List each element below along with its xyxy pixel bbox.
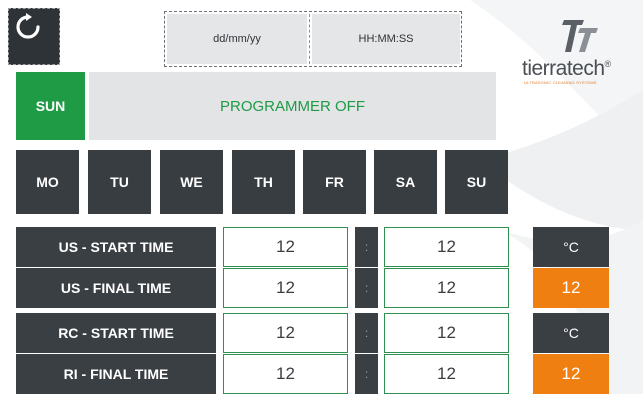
us-start-hour-input[interactable]: 12 [223, 227, 348, 267]
logo-brand: tierratech [522, 57, 605, 80]
logo-registered: ® [604, 59, 612, 69]
weekday-button-su[interactable]: SU [445, 150, 508, 214]
datetime-panel: dd/mm/yy HH:MM:SS [164, 11, 462, 67]
time-separator: : [355, 313, 378, 353]
ri-final-time-label: RI - FINAL TIME [16, 354, 216, 394]
us-start-time-label: US - START TIME [16, 227, 216, 267]
time-display[interactable]: HH:MM:SS [312, 14, 460, 64]
time-separator: : [355, 354, 378, 394]
us-start-minute-input[interactable]: 12 [384, 227, 509, 267]
programmer-screen: dd/mm/yy HH:MM:SS tierratech® ULTRASONIC… [0, 0, 643, 394]
logo-tagline: ULTRASONIC CLEANING SYSTEMS [524, 80, 597, 85]
weekday-button-th[interactable]: TH [232, 150, 295, 214]
programmer-status-button[interactable]: PROGRAMMER OFF [89, 72, 496, 140]
us-final-time-label: US - FINAL TIME [16, 268, 216, 308]
rc-temperature-value[interactable]: 12 [533, 354, 609, 394]
weekday-button-sa[interactable]: SA [374, 150, 437, 214]
rc-start-hour-input[interactable]: 12 [223, 313, 348, 353]
date-display[interactable]: dd/mm/yy [167, 14, 307, 64]
refresh-icon [16, 13, 40, 39]
tierratech-logo-icon [562, 20, 598, 52]
logo-wordmark: tierratech® [522, 57, 642, 81]
datetime-divider [309, 14, 310, 64]
us-temperature-unit: °C [533, 227, 609, 267]
ri-final-minute-input[interactable]: 12 [384, 354, 509, 394]
time-separator: : [355, 268, 378, 308]
us-final-minute-input[interactable]: 12 [384, 268, 509, 308]
ri-final-hour-input[interactable]: 12 [223, 354, 348, 394]
us-final-hour-input[interactable]: 12 [223, 268, 348, 308]
tierratech-logo: tierratech® ULTRASONIC CLEANING SYSTEMS [522, 12, 642, 85]
weekday-button-tu[interactable]: TU [88, 150, 151, 214]
refresh-button[interactable] [8, 8, 60, 65]
weekday-button-mo[interactable]: MO [16, 150, 79, 214]
time-separator: : [355, 227, 378, 267]
rc-start-minute-input[interactable]: 12 [384, 313, 509, 353]
rc-start-time-label: RC - START TIME [16, 313, 216, 353]
weekday-button-we[interactable]: WE [160, 150, 223, 214]
weekday-button-fr[interactable]: FR [303, 150, 366, 214]
rc-temperature-unit: °C [533, 313, 609, 353]
us-temperature-value[interactable]: 12 [533, 268, 609, 308]
current-day-badge: SUN [16, 72, 85, 140]
